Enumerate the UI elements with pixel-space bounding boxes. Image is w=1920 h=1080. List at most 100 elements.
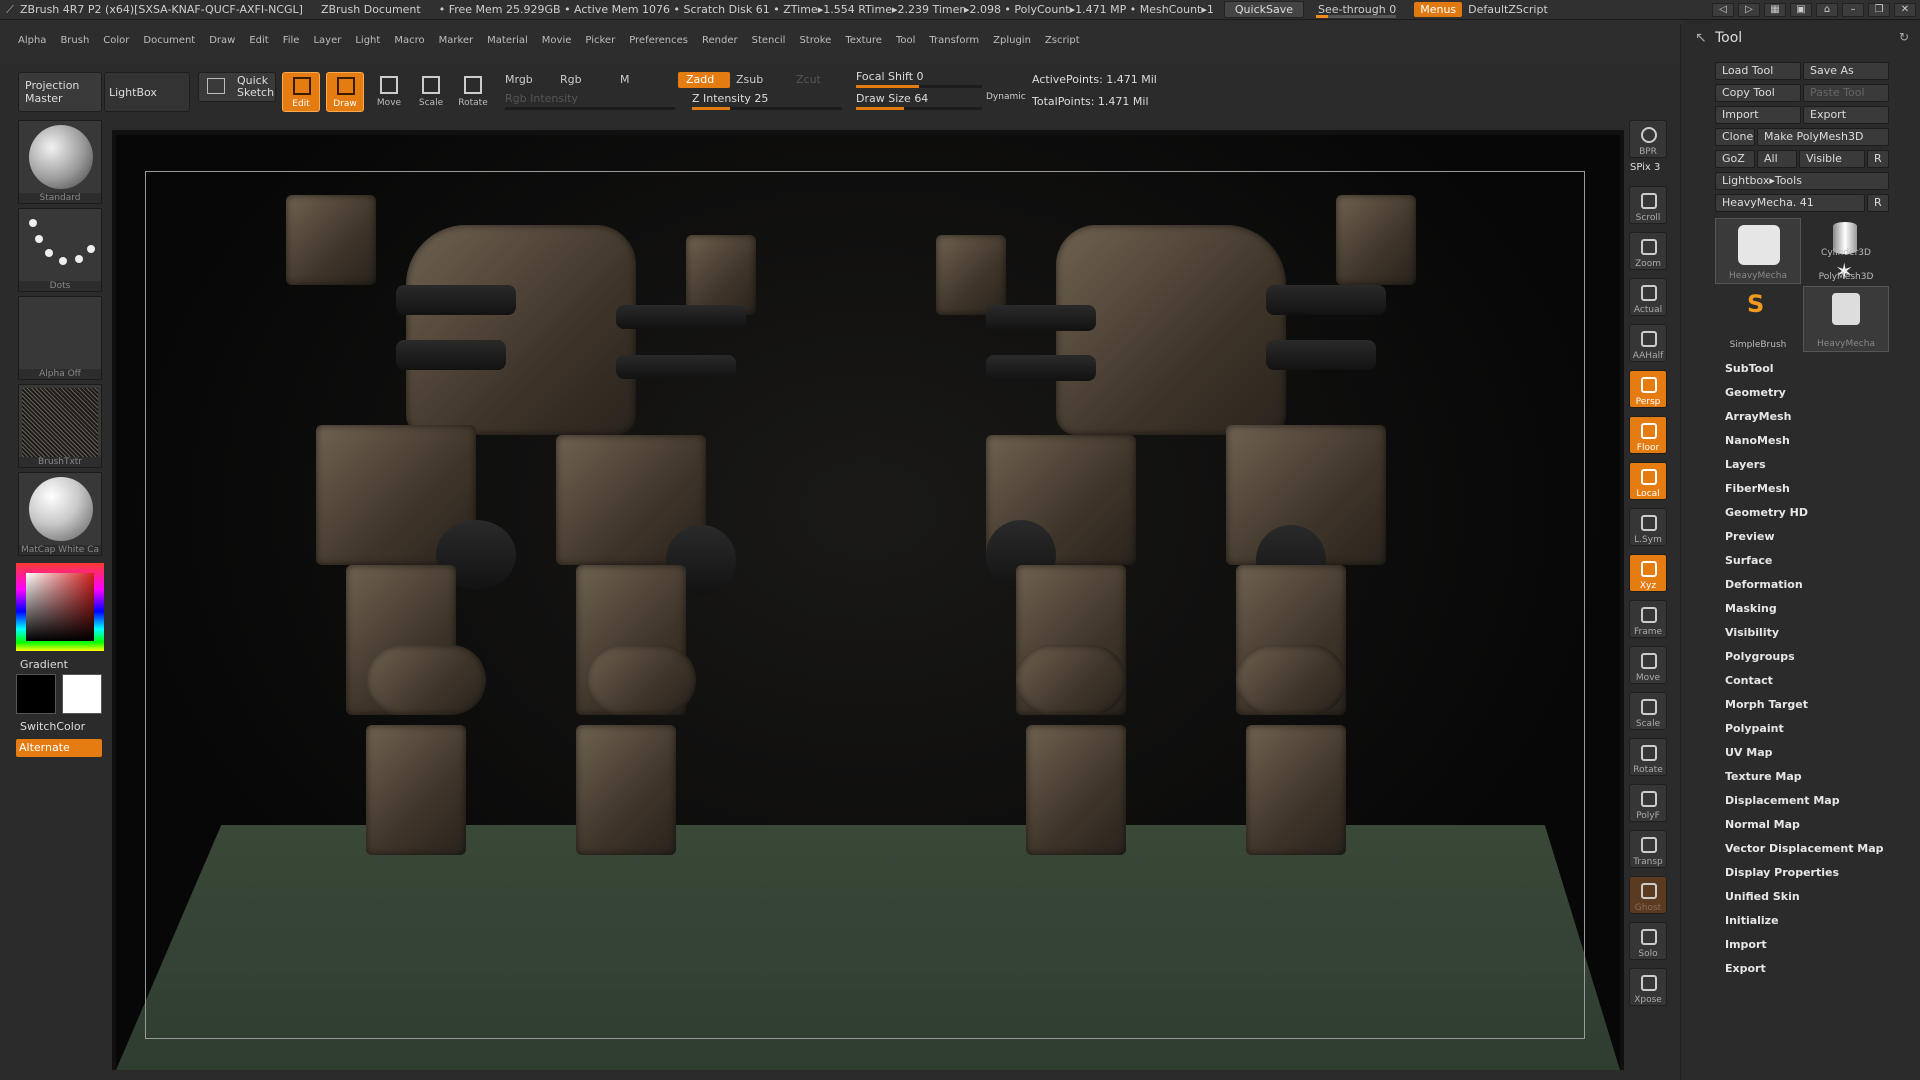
import-button[interactable]: Import [1715,106,1801,124]
ui-layout-name[interactable]: DefaultZScript [1468,3,1548,16]
menu-file[interactable]: File [283,35,300,46]
heavy-mecha-model-left[interactable] [286,175,786,895]
rgb-intensity-slider[interactable]: Rgb Intensity [505,92,675,110]
copy-tool-button[interactable]: Copy Tool [1715,84,1801,102]
menu-stencil[interactable]: Stencil [752,35,786,46]
rotate-mode-button[interactable]: Rotate [454,72,492,112]
subpalette-import[interactable]: Import [1725,938,1884,962]
layout-icon[interactable]: ▦ [1764,2,1786,17]
m-button[interactable]: M [620,73,630,86]
local-button[interactable]: Local [1629,462,1667,500]
menu-macro[interactable]: Macro [394,35,424,46]
zbrush-logo-icon[interactable]: ⟋ [0,0,20,19]
heavy-mecha-model-right[interactable] [936,175,1436,895]
floor-button[interactable]: Floor [1629,416,1667,454]
subpalette-unified-skin[interactable]: Unified Skin [1725,890,1884,914]
scroll-button[interactable]: Scroll [1629,186,1667,224]
menu-alpha[interactable]: Alpha [18,35,46,46]
projection-master-button[interactable]: Projection Master [18,72,102,112]
subpalette-normal-map[interactable]: Normal Map [1725,818,1884,842]
clone-button[interactable]: Clone [1715,128,1755,146]
subpalette-polypaint[interactable]: Polypaint [1725,722,1884,746]
material-selector[interactable]: MatCap White Ca [18,472,102,556]
zoom-button[interactable]: Zoom [1629,232,1667,270]
menu-brush[interactable]: Brush [60,35,89,46]
rgb-button[interactable]: Rgb [560,73,582,86]
menu-light[interactable]: Light [355,35,380,46]
move-button[interactable]: Move [1629,646,1667,684]
secondary-color-swatch[interactable] [62,674,102,714]
menu-picker[interactable]: Picker [585,35,615,46]
subpalette-vector-displacement-map[interactable]: Vector Displacement Map [1725,842,1884,866]
switch-color-button[interactable]: SwitchColor [20,720,85,733]
dynamic-toggle[interactable]: Dynamic [986,92,1026,102]
menu-texture[interactable]: Texture [845,35,882,46]
subpalette-masking[interactable]: Masking [1725,602,1884,626]
menu-draw[interactable]: Draw [209,35,235,46]
texture-selector[interactable]: BrushTxtr [18,384,102,468]
tool-thumb-heavymecha[interactable]: HeavyMecha [1715,218,1801,284]
menu-layer[interactable]: Layer [313,35,341,46]
xpose-button[interactable]: Xpose [1629,968,1667,1006]
subpalette-preview[interactable]: Preview [1725,530,1884,554]
subpalette-texture-map[interactable]: Texture Map [1725,770,1884,794]
goz-visible-button[interactable]: Visible [1799,150,1865,168]
subpalette-subtool[interactable]: SubTool [1725,362,1884,386]
zsub-button[interactable]: Zsub [736,73,763,86]
polyf-button[interactable]: PolyF [1629,784,1667,822]
persp-button[interactable]: Persp [1629,370,1667,408]
lightbox-tools-button[interactable]: Lightbox▸Tools [1715,172,1889,190]
menu-zplugin[interactable]: Zplugin [993,35,1031,46]
spix-slider[interactable]: SPix 3 [1630,162,1660,173]
goz-button[interactable]: GoZ [1715,150,1755,168]
current-tool-slider[interactable]: HeavyMecha. 41 [1715,194,1865,212]
subpalette-contact[interactable]: Contact [1725,674,1884,698]
subpalette-nanomesh[interactable]: NanoMesh [1725,434,1884,458]
focal-shift-slider[interactable]: Focal Shift 0 [856,70,982,88]
menu-render[interactable]: Render [702,35,738,46]
subpalette-geometry[interactable]: Geometry [1725,386,1884,410]
current-tool-r-button[interactable]: R [1867,194,1889,212]
menu-material[interactable]: Material [487,35,528,46]
actual-button[interactable]: Actual [1629,278,1667,316]
lock-icon[interactable]: ⌂ [1816,2,1838,17]
subpalette-layers[interactable]: Layers [1725,458,1884,482]
menu-transform[interactable]: Transform [929,35,979,46]
layout-next-icon[interactable]: ▷ [1738,2,1760,17]
lightbox-button[interactable]: LightBox [104,72,190,112]
paste-tool-button[interactable]: Paste Tool [1803,84,1889,102]
export-button[interactable]: Export [1803,106,1889,124]
save-as-button[interactable]: Save As [1803,62,1889,80]
rotate-button[interactable]: Rotate [1629,738,1667,776]
scale-button[interactable]: Scale [1629,692,1667,730]
menu-stroke[interactable]: Stroke [799,35,831,46]
aahalf-button[interactable]: AAHalf [1629,324,1667,362]
document-viewport[interactable] [112,130,1624,1070]
ghost-button[interactable]: Ghost [1629,876,1667,914]
menu-movie[interactable]: Movie [542,35,572,46]
menus-toggle-button[interactable]: Menus [1414,2,1463,17]
goz-all-button[interactable]: All [1757,150,1797,168]
tool-thumb-simplebrush[interactable]: S SimpleBrush [1715,286,1801,352]
menu-tool[interactable]: Tool [896,35,915,46]
draw-size-slider[interactable]: Draw Size 64 [856,92,982,110]
solo-button[interactable]: Solo [1629,922,1667,960]
stroke-selector[interactable]: Dots [18,208,102,292]
menu-preferences[interactable]: Preferences [629,35,688,46]
tool-thumb-cylinder3d[interactable]: Cylinder3D ✶ PolyMesh3D [1803,218,1889,285]
zadd-button[interactable]: Zadd [678,72,730,88]
menu-document[interactable]: Document [143,35,195,46]
palette-back-icon[interactable]: ↖ [1695,30,1707,46]
reset-icon[interactable]: ↻ [1899,30,1909,44]
minimize-icon[interactable]: – [1842,2,1864,17]
brush-selector[interactable]: Standard [18,120,102,204]
edit-mode-button[interactable]: Edit [282,72,320,112]
close-icon[interactable]: ✕ [1894,2,1916,17]
quick-sketch-button[interactable]: Quick Sketch [198,72,276,102]
zcut-button[interactable]: Zcut [796,73,821,86]
tool-thumb-heavymecha-2[interactable]: HeavyMecha [1803,286,1889,352]
transp-button[interactable]: Transp [1629,830,1667,868]
menu-marker[interactable]: Marker [439,35,474,46]
quicksave-button[interactable]: QuickSave [1223,1,1304,18]
menu-zscript[interactable]: Zscript [1045,35,1080,46]
